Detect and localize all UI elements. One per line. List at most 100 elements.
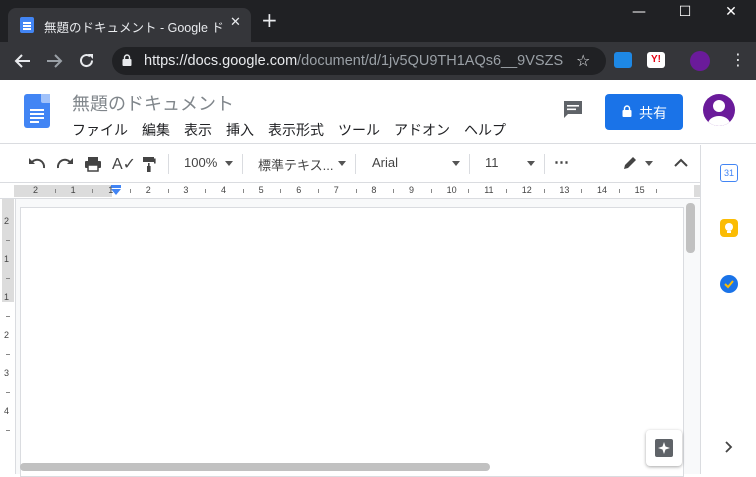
ruler-number: 1 (70, 185, 76, 195)
keep-icon[interactable] (720, 219, 738, 237)
address-bar[interactable]: https://docs.google.com/document/d/1jv5Q… (112, 47, 606, 75)
toolbar-divider (544, 154, 545, 174)
print-icon[interactable] (84, 156, 102, 172)
menu-format[interactable]: 表示形式 (268, 120, 324, 140)
ruler-tick (6, 316, 10, 317)
url-text: https://docs.google.com/document/d/1jv5Q… (144, 53, 564, 69)
google-docs-logo-icon[interactable] (24, 94, 50, 128)
menu-edit[interactable]: 編集 (142, 120, 170, 140)
ruler-tick (6, 354, 10, 355)
toolbar-divider (469, 154, 470, 174)
document-page[interactable] (20, 207, 684, 477)
ruler-number: 4 (4, 406, 10, 416)
ruler-tick (54, 189, 56, 193)
ruler-tick (6, 240, 10, 241)
new-tab-button[interactable]: + (261, 10, 278, 30)
redo-icon[interactable] (56, 157, 74, 169)
ruler-number: 6 (296, 185, 302, 195)
ruler-number: 2 (4, 330, 10, 340)
paint-format-icon[interactable] (142, 156, 156, 172)
toolbar-divider (355, 154, 356, 174)
yahoo-extension-icon[interactable]: Y! (647, 52, 665, 68)
explore-button[interactable] (646, 430, 682, 466)
side-panel: 31 (700, 145, 756, 474)
ruler-number: 9 (409, 185, 415, 195)
editing-mode-pencil-icon[interactable] (622, 155, 638, 171)
vertical-ruler[interactable]: 2 1 1 2 3 4 (0, 199, 16, 474)
url-path: /document/d/1jv5QU9TH1AQs6__9VSZS... (297, 53, 564, 69)
browser-tab[interactable]: 無題のドキュメント - Google ドキュメント ✕ (8, 8, 251, 42)
ruler-number: 7 (333, 185, 339, 195)
reload-icon[interactable] (78, 52, 95, 69)
menu-view[interactable]: 表示 (184, 120, 212, 140)
calendar-icon[interactable]: 31 (720, 164, 738, 182)
ruler-number: 5 (258, 185, 264, 195)
ruler-tick (92, 189, 94, 193)
ruler-top-margin (2, 199, 14, 302)
paragraph-style-select[interactable]: 標準テキス... (258, 155, 333, 174)
ruler-tick (656, 189, 658, 193)
profile-avatar-icon[interactable] (690, 51, 710, 71)
ruler-number: 1 (4, 292, 10, 302)
close-tab-icon[interactable]: ✕ (230, 15, 241, 30)
editing-mode-chevron-down-icon[interactable] (645, 161, 653, 166)
ruler-tick (355, 189, 357, 193)
ruler-tick (242, 189, 244, 193)
vertical-scrollbar[interactable] (686, 203, 695, 253)
ruler-tick (318, 189, 319, 193)
close-window-button[interactable]: ✕ (708, 4, 754, 20)
share-lock-icon (622, 105, 632, 117)
chrome-menu-icon[interactable]: ⋮ (730, 50, 746, 69)
style-chevron-down-icon[interactable] (338, 161, 346, 166)
toolbar-divider (242, 154, 243, 174)
menu-insert[interactable]: 挿入 (226, 120, 254, 140)
zoom-select[interactable]: 100% (184, 155, 217, 170)
ruler-tick (468, 189, 470, 193)
forward-arrow-icon[interactable] (46, 53, 63, 69)
font-chevron-down-icon[interactable] (452, 161, 460, 166)
ruler-number: 11 (484, 185, 494, 195)
font-size-select[interactable]: 11 (485, 155, 499, 170)
ruler-tick (430, 189, 432, 193)
maximize-button[interactable]: ☐ (662, 4, 708, 20)
ruler-number: 1 (4, 254, 10, 264)
menu-tools[interactable]: ツール (338, 120, 380, 140)
expand-panel-chevron-right-icon[interactable] (724, 441, 734, 453)
ruler-tick (130, 189, 131, 193)
horizontal-ruler[interactable]: 2 1 1 2 3 4 5 6 7 8 9 10 11 12 13 14 15 (0, 183, 700, 199)
ruler-tick (6, 392, 10, 393)
bookmark-star-icon[interactable]: ☆ (576, 51, 590, 70)
menu-file[interactable]: ファイル (72, 120, 128, 140)
docs-menubar: ファイル 編集 表示 挿入 表示形式 ツール アドオン ヘルプ (72, 120, 506, 140)
comment-history-icon[interactable] (562, 100, 584, 120)
ruler-number: 14 (597, 185, 608, 195)
document-title[interactable]: 無題のドキュメント (72, 90, 234, 116)
ruler-number: 15 (634, 185, 645, 195)
zoom-chevron-down-icon[interactable] (225, 161, 233, 166)
font-size-chevron-down-icon[interactable] (527, 161, 535, 166)
ruler-left-margin (14, 185, 112, 197)
undo-icon[interactable] (28, 157, 46, 169)
share-button[interactable]: 共有 (605, 94, 683, 130)
format-toolbar: A✓ 100% 標準テキス... Arial 11 ⋯ (0, 145, 700, 183)
back-arrow-icon[interactable] (14, 53, 31, 69)
ruler-number: 1 (108, 185, 114, 195)
ruler-number: 4 (221, 185, 227, 195)
menu-addons[interactable]: アドオン (394, 120, 450, 140)
horizontal-scrollbar[interactable] (20, 463, 490, 471)
ruler-number: 3 (183, 185, 189, 195)
spellcheck-icon[interactable]: A✓ (112, 154, 136, 174)
person-icon (708, 100, 730, 126)
more-options-icon[interactable]: ⋯ (554, 153, 569, 171)
tasks-icon[interactable] (720, 275, 738, 293)
account-avatar[interactable] (703, 94, 735, 126)
ruler-tick (205, 189, 207, 193)
minimize-button[interactable]: — (616, 4, 662, 20)
ruler-tick (543, 189, 545, 193)
menu-help[interactable]: ヘルプ (464, 120, 506, 140)
cloud-extension-icon[interactable] (614, 52, 632, 68)
google-docs-favicon-icon (20, 17, 34, 33)
ruler-tick (280, 189, 282, 193)
font-select[interactable]: Arial (372, 155, 398, 170)
collapse-chevron-up-icon[interactable] (674, 158, 688, 168)
